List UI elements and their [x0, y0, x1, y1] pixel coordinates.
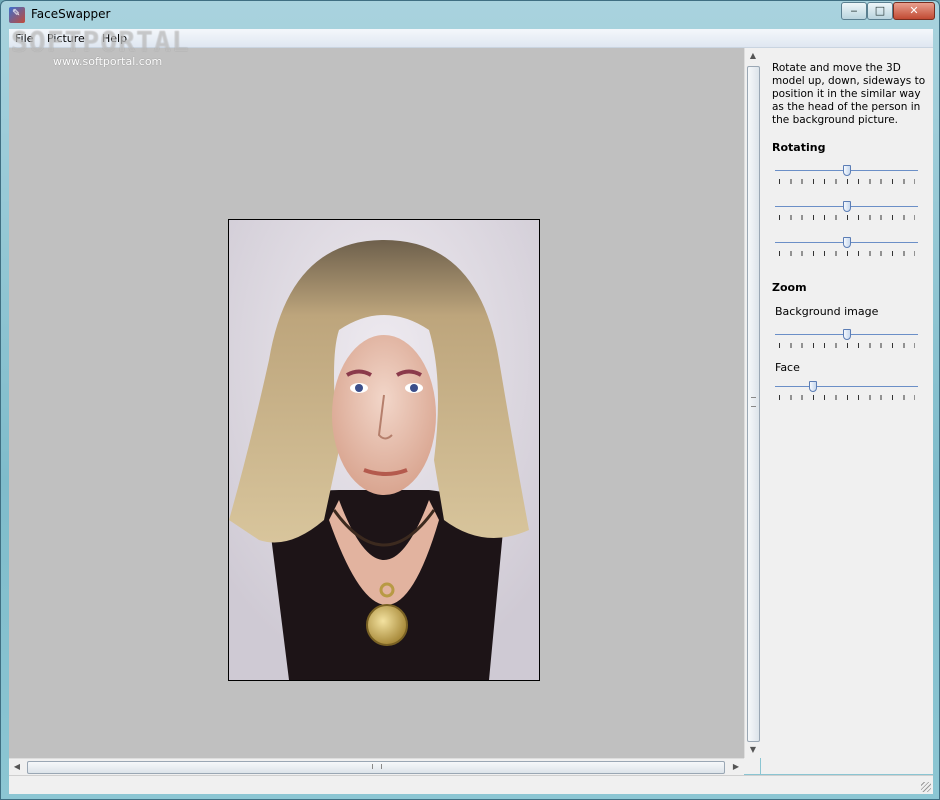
rotate-slider-2[interactable] [775, 201, 918, 223]
vertical-scroll-thumb[interactable] [747, 66, 760, 742]
window-title: FaceSwapper [31, 7, 111, 21]
background-photo[interactable] [228, 219, 540, 681]
arrow-left-icon[interactable]: ◀ [9, 759, 25, 775]
face-label: Face [775, 361, 800, 374]
app-icon[interactable]: ✎ [9, 7, 25, 23]
arrow-down-icon[interactable]: ▼ [745, 742, 761, 758]
rotate-slider-3-thumb[interactable] [843, 237, 851, 248]
horizontal-scrollbar[interactable]: ◀ ▶ [9, 758, 744, 775]
image-canvas[interactable] [9, 48, 744, 758]
close-button[interactable]: ✕ [893, 2, 935, 20]
control-panel: Rotate and move the 3D model up, down, s… [761, 48, 933, 774]
rotate-slider-2-thumb[interactable] [843, 201, 851, 212]
vertical-scrollbar[interactable]: ▲ ▼ [744, 48, 761, 758]
scrollbar-corner [744, 758, 760, 774]
status-bar [9, 775, 933, 794]
background-image-label: Background image [775, 305, 879, 318]
menu-bar: File Picture Help [9, 29, 933, 48]
rotate-slider-3[interactable] [775, 237, 918, 259]
rotating-heading: Rotating [772, 141, 826, 154]
rotate-slider-1-thumb[interactable] [843, 165, 851, 176]
app-window: ✎ FaceSwapper ‒ □ ✕ File Picture Help ▲ … [0, 0, 940, 800]
background-zoom-slider[interactable] [775, 329, 918, 351]
maximize-button[interactable]: □ [867, 2, 893, 20]
menu-help[interactable]: Help [102, 32, 127, 45]
horizontal-scroll-thumb[interactable] [27, 761, 725, 774]
face-zoom-thumb[interactable] [809, 381, 817, 392]
rotate-slider-1[interactable] [775, 165, 918, 187]
arrow-right-icon[interactable]: ▶ [728, 759, 744, 775]
menu-picture[interactable]: Picture [47, 32, 85, 45]
arrow-up-icon[interactable]: ▲ [745, 48, 761, 64]
face-zoom-slider[interactable] [775, 381, 918, 403]
menu-file[interactable]: File [15, 32, 33, 45]
resize-grip-icon[interactable] [921, 782, 931, 792]
close-icon: ✕ [909, 4, 919, 17]
instructions-text: Rotate and move the 3D model up, down, s… [772, 62, 926, 126]
minimize-button[interactable]: ‒ [841, 2, 867, 20]
minimize-icon: ‒ [850, 4, 858, 17]
portrait-image [229, 220, 539, 680]
title-bar[interactable]: ✎ FaceSwapper ‒ □ ✕ [1, 1, 939, 29]
zoom-heading: Zoom [772, 281, 807, 294]
background-zoom-thumb[interactable] [843, 329, 851, 340]
maximize-icon: □ [874, 4, 886, 17]
